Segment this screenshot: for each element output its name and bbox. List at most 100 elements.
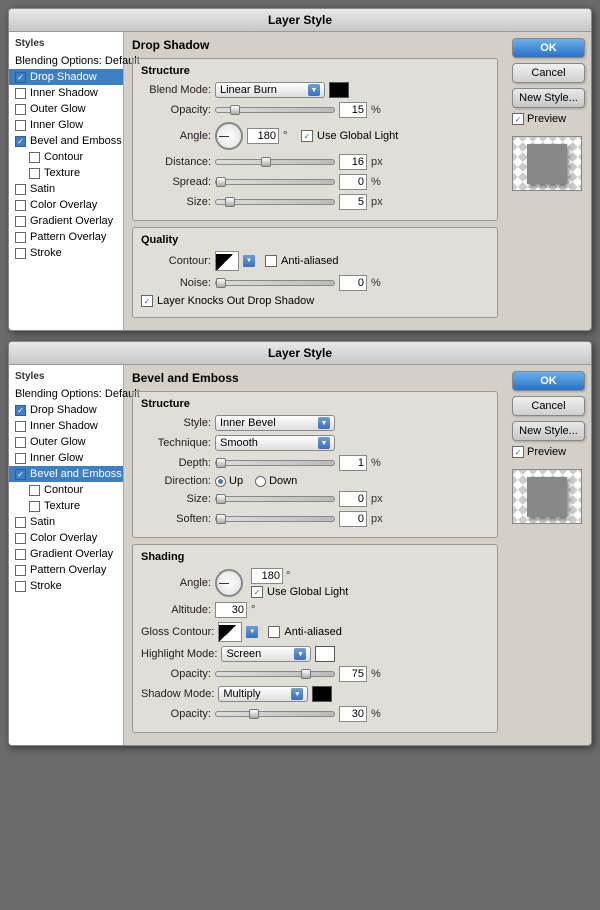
direction-up-radio-2[interactable]: [215, 476, 226, 487]
angle-value-box-1[interactable]: 180: [247, 128, 279, 144]
highlight-opacity-thumb-2[interactable]: [301, 669, 311, 679]
cb-inner-glow-1[interactable]: [15, 120, 26, 131]
cancel-button-2[interactable]: Cancel: [512, 396, 585, 416]
spread-slider-1[interactable]: [215, 179, 335, 185]
shadow-opacity-slider-2[interactable]: [215, 711, 335, 717]
gloss-contour-thumb-2[interactable]: [218, 622, 242, 642]
anti-aliased-chk-1[interactable]: [265, 255, 277, 267]
new-style-button-2[interactable]: New Style...: [512, 421, 585, 441]
shadow-opacity-value-2[interactable]: 30: [339, 706, 367, 722]
sidebar-item-stroke-1[interactable]: Stroke: [9, 245, 123, 261]
sidebar-item-inner-shadow-1[interactable]: Inner Shadow: [9, 85, 123, 101]
cb-drop-shadow-2[interactable]: ✓: [15, 405, 26, 416]
shading-angle-value-2[interactable]: 180: [251, 568, 283, 584]
sidebar-blending-1[interactable]: Blending Options: Default: [9, 53, 123, 69]
contour-thumbnail-1[interactable]: [215, 251, 239, 271]
cb-stroke-2[interactable]: [15, 581, 26, 592]
distance-slider-1[interactable]: [215, 159, 335, 165]
direction-up-field-2[interactable]: Up: [215, 475, 243, 487]
spread-value-1[interactable]: 0: [339, 174, 367, 190]
size-thumb-1[interactable]: [225, 197, 235, 207]
sidebar-item-contour-1[interactable]: Contour: [9, 149, 123, 165]
size-value-2[interactable]: 0: [339, 491, 367, 507]
sidebar-item-color-overlay-2[interactable]: Color Overlay: [9, 530, 123, 546]
distance-value-1[interactable]: 16: [339, 154, 367, 170]
size-thumb-2[interactable]: [216, 494, 226, 504]
preview-checkbox-1[interactable]: ✓ Preview: [512, 113, 585, 125]
depth-thumb-2[interactable]: [216, 458, 226, 468]
angle-dial-1[interactable]: [215, 122, 243, 150]
sidebar-item-outer-glow-1[interactable]: Outer Glow: [9, 101, 123, 117]
sidebar-item-inner-glow-1[interactable]: Inner Glow: [9, 117, 123, 133]
shading-global-light-chk-2[interactable]: ✓: [251, 586, 263, 598]
cb-inner-glow-2[interactable]: [15, 453, 26, 464]
direction-down-radio-2[interactable]: [255, 476, 266, 487]
global-light-chk-1[interactable]: ✓: [301, 130, 313, 142]
highlight-color-2[interactable]: [315, 646, 335, 662]
sidebar-item-satin-1[interactable]: Satin: [9, 181, 123, 197]
cb-pattern-overlay-1[interactable]: [15, 232, 26, 243]
cb-drop-shadow-1[interactable]: ✓: [15, 72, 26, 83]
cb-color-overlay-2[interactable]: [15, 533, 26, 544]
gloss-anti-aliased-field-2[interactable]: Anti-aliased: [268, 626, 341, 638]
cb-inner-shadow-2[interactable]: [15, 421, 26, 432]
noise-thumb-1[interactable]: [216, 278, 226, 288]
sidebar-item-gradient-overlay-2[interactable]: Gradient Overlay: [9, 546, 123, 562]
opacity-value-1[interactable]: 15: [339, 102, 367, 118]
sidebar-item-pattern-overlay-1[interactable]: Pattern Overlay: [9, 229, 123, 245]
cb-color-overlay-1[interactable]: [15, 200, 26, 211]
sidebar-item-drop-shadow-2[interactable]: ✓ Drop Shadow: [9, 402, 123, 418]
opacity-thumb-1[interactable]: [230, 105, 240, 115]
cb-bevel-1[interactable]: ✓: [15, 136, 26, 147]
cb-bevel-2[interactable]: ✓: [15, 469, 26, 480]
sidebar-item-texture-2[interactable]: Texture: [9, 498, 123, 514]
sidebar-blending-2[interactable]: Blending Options: Default: [9, 386, 123, 402]
depth-value-2[interactable]: 1: [339, 455, 367, 471]
highlight-mode-dropdown-2[interactable]: Screen ▼: [221, 646, 311, 662]
layer-knocks-row-1[interactable]: ✓ Layer Knocks Out Drop Shadow: [141, 295, 489, 307]
soften-slider-2[interactable]: [215, 516, 335, 522]
cb-satin-2[interactable]: [15, 517, 26, 528]
highlight-opacity-slider-2[interactable]: [215, 671, 335, 677]
sidebar-item-drop-shadow-1[interactable]: ✓ Drop Shadow: [9, 69, 123, 85]
shading-angle-dial-2[interactable]: [215, 569, 243, 597]
depth-slider-2[interactable]: [215, 460, 335, 466]
global-light-check-1[interactable]: ✓ Use Global Light: [301, 130, 398, 142]
ok-button-1[interactable]: OK: [512, 38, 585, 58]
sidebar-item-inner-glow-2[interactable]: Inner Glow: [9, 450, 123, 466]
sidebar-item-stroke-2[interactable]: Stroke: [9, 578, 123, 594]
gloss-contour-dd-arrow-2[interactable]: ▼: [246, 626, 258, 638]
sidebar-item-contour-2[interactable]: Contour: [9, 482, 123, 498]
cancel-button-1[interactable]: Cancel: [512, 63, 585, 83]
noise-slider-1[interactable]: [215, 280, 335, 286]
cb-pattern-overlay-2[interactable]: [15, 565, 26, 576]
sidebar-item-gradient-overlay-1[interactable]: Gradient Overlay: [9, 213, 123, 229]
cb-outer-glow-1[interactable]: [15, 104, 26, 115]
cb-satin-1[interactable]: [15, 184, 26, 195]
sidebar-item-pattern-overlay-2[interactable]: Pattern Overlay: [9, 562, 123, 578]
opacity-slider-1[interactable]: [215, 107, 335, 113]
shadow-mode-dropdown-2[interactable]: Multiply ▼: [218, 686, 308, 702]
noise-value-1[interactable]: 0: [339, 275, 367, 291]
preview-chk-2[interactable]: ✓: [512, 446, 524, 458]
spread-thumb-1[interactable]: [216, 177, 226, 187]
cb-texture-2[interactable]: [29, 501, 40, 512]
shading-global-light-2[interactable]: ✓ Use Global Light: [251, 586, 348, 598]
sidebar-item-outer-glow-2[interactable]: Outer Glow: [9, 434, 123, 450]
ok-button-2[interactable]: OK: [512, 371, 585, 391]
technique-dropdown-2[interactable]: Smooth ▼: [215, 435, 335, 451]
soften-thumb-2[interactable]: [216, 514, 226, 524]
cb-gradient-overlay-2[interactable]: [15, 549, 26, 560]
preview-chk-1[interactable]: ✓: [512, 113, 524, 125]
blend-mode-dropdown-1[interactable]: Linear Burn ▼: [215, 82, 325, 98]
cb-contour-1[interactable]: [29, 152, 40, 163]
sidebar-item-inner-shadow-2[interactable]: Inner Shadow: [9, 418, 123, 434]
size-value-1[interactable]: 5: [339, 194, 367, 210]
cb-gradient-overlay-1[interactable]: [15, 216, 26, 227]
contour-dropdown-arrow-1[interactable]: ▼: [243, 255, 255, 267]
sidebar-item-bevel-2[interactable]: ✓ Bevel and Emboss: [9, 466, 123, 482]
altitude-value-2[interactable]: 30: [215, 602, 247, 618]
anti-aliased-field-1[interactable]: Anti-aliased: [265, 255, 338, 267]
direction-down-field-2[interactable]: Down: [255, 475, 297, 487]
cb-contour-2[interactable]: [29, 485, 40, 496]
